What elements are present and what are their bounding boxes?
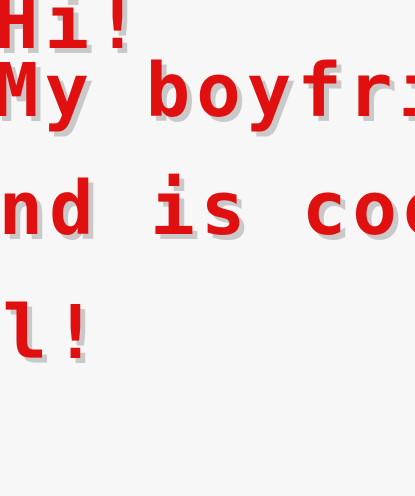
message-line-2: My boyfrie [0, 48, 415, 134]
message-line-4: ol! [0, 290, 104, 376]
message-screen: Hi! My boyfrie end is coo ol! [0, 0, 415, 496]
message-line-3: end is coo [0, 166, 415, 252]
